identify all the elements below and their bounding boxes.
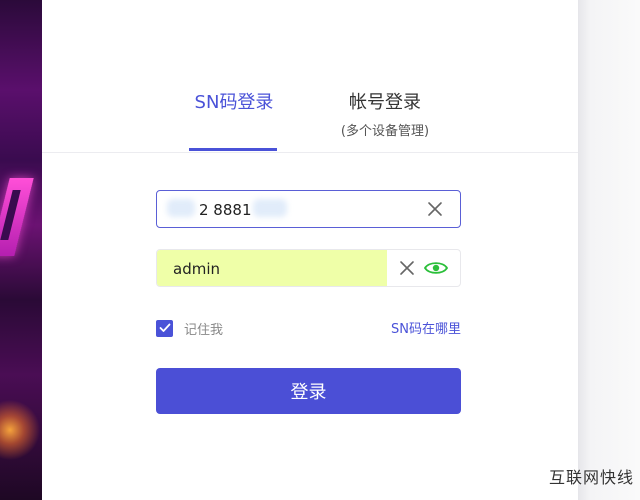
password-field[interactable]	[156, 249, 461, 288]
where-sn-link[interactable]: SN码在哪里	[391, 318, 461, 337]
active-tab-underline	[189, 148, 277, 151]
tab-sn-login[interactable]: SN码登录	[189, 88, 279, 151]
tab-account-login[interactable]: 帐号登录 (多个设备管理)	[325, 88, 445, 139]
password-input[interactable]	[171, 250, 375, 288]
eye-icon[interactable]	[424, 260, 448, 276]
remember-me[interactable]: 记住我	[156, 318, 223, 338]
blurred-sn-part	[167, 199, 195, 217]
blurred-sn-part	[253, 199, 287, 217]
login-tabs: SN码登录 帐号登录 (多个设备管理)	[42, 0, 578, 153]
right-gutter	[578, 0, 640, 500]
remember-me-label: 记住我	[184, 322, 224, 338]
login-button[interactable]: 登录	[156, 368, 461, 414]
sn-input[interactable]	[197, 191, 441, 229]
background-image-strip	[0, 0, 42, 500]
tab-account-login-sub: (多个设备管理)	[340, 124, 430, 139]
remember-checkbox[interactable]	[156, 319, 173, 337]
login-panel: SN码登录 帐号登录 (多个设备管理) 记住我	[42, 0, 578, 500]
close-icon[interactable]	[398, 259, 416, 277]
background-glyph	[0, 178, 34, 256]
sn-field[interactable]	[156, 190, 461, 229]
checkmark-icon	[159, 323, 170, 332]
tab-sn-login-label: SN码登录	[194, 92, 274, 113]
close-icon[interactable]	[426, 200, 444, 218]
tab-account-login-label: 帐号登录	[349, 92, 421, 113]
watermark: 互联网快线	[548, 468, 634, 487]
